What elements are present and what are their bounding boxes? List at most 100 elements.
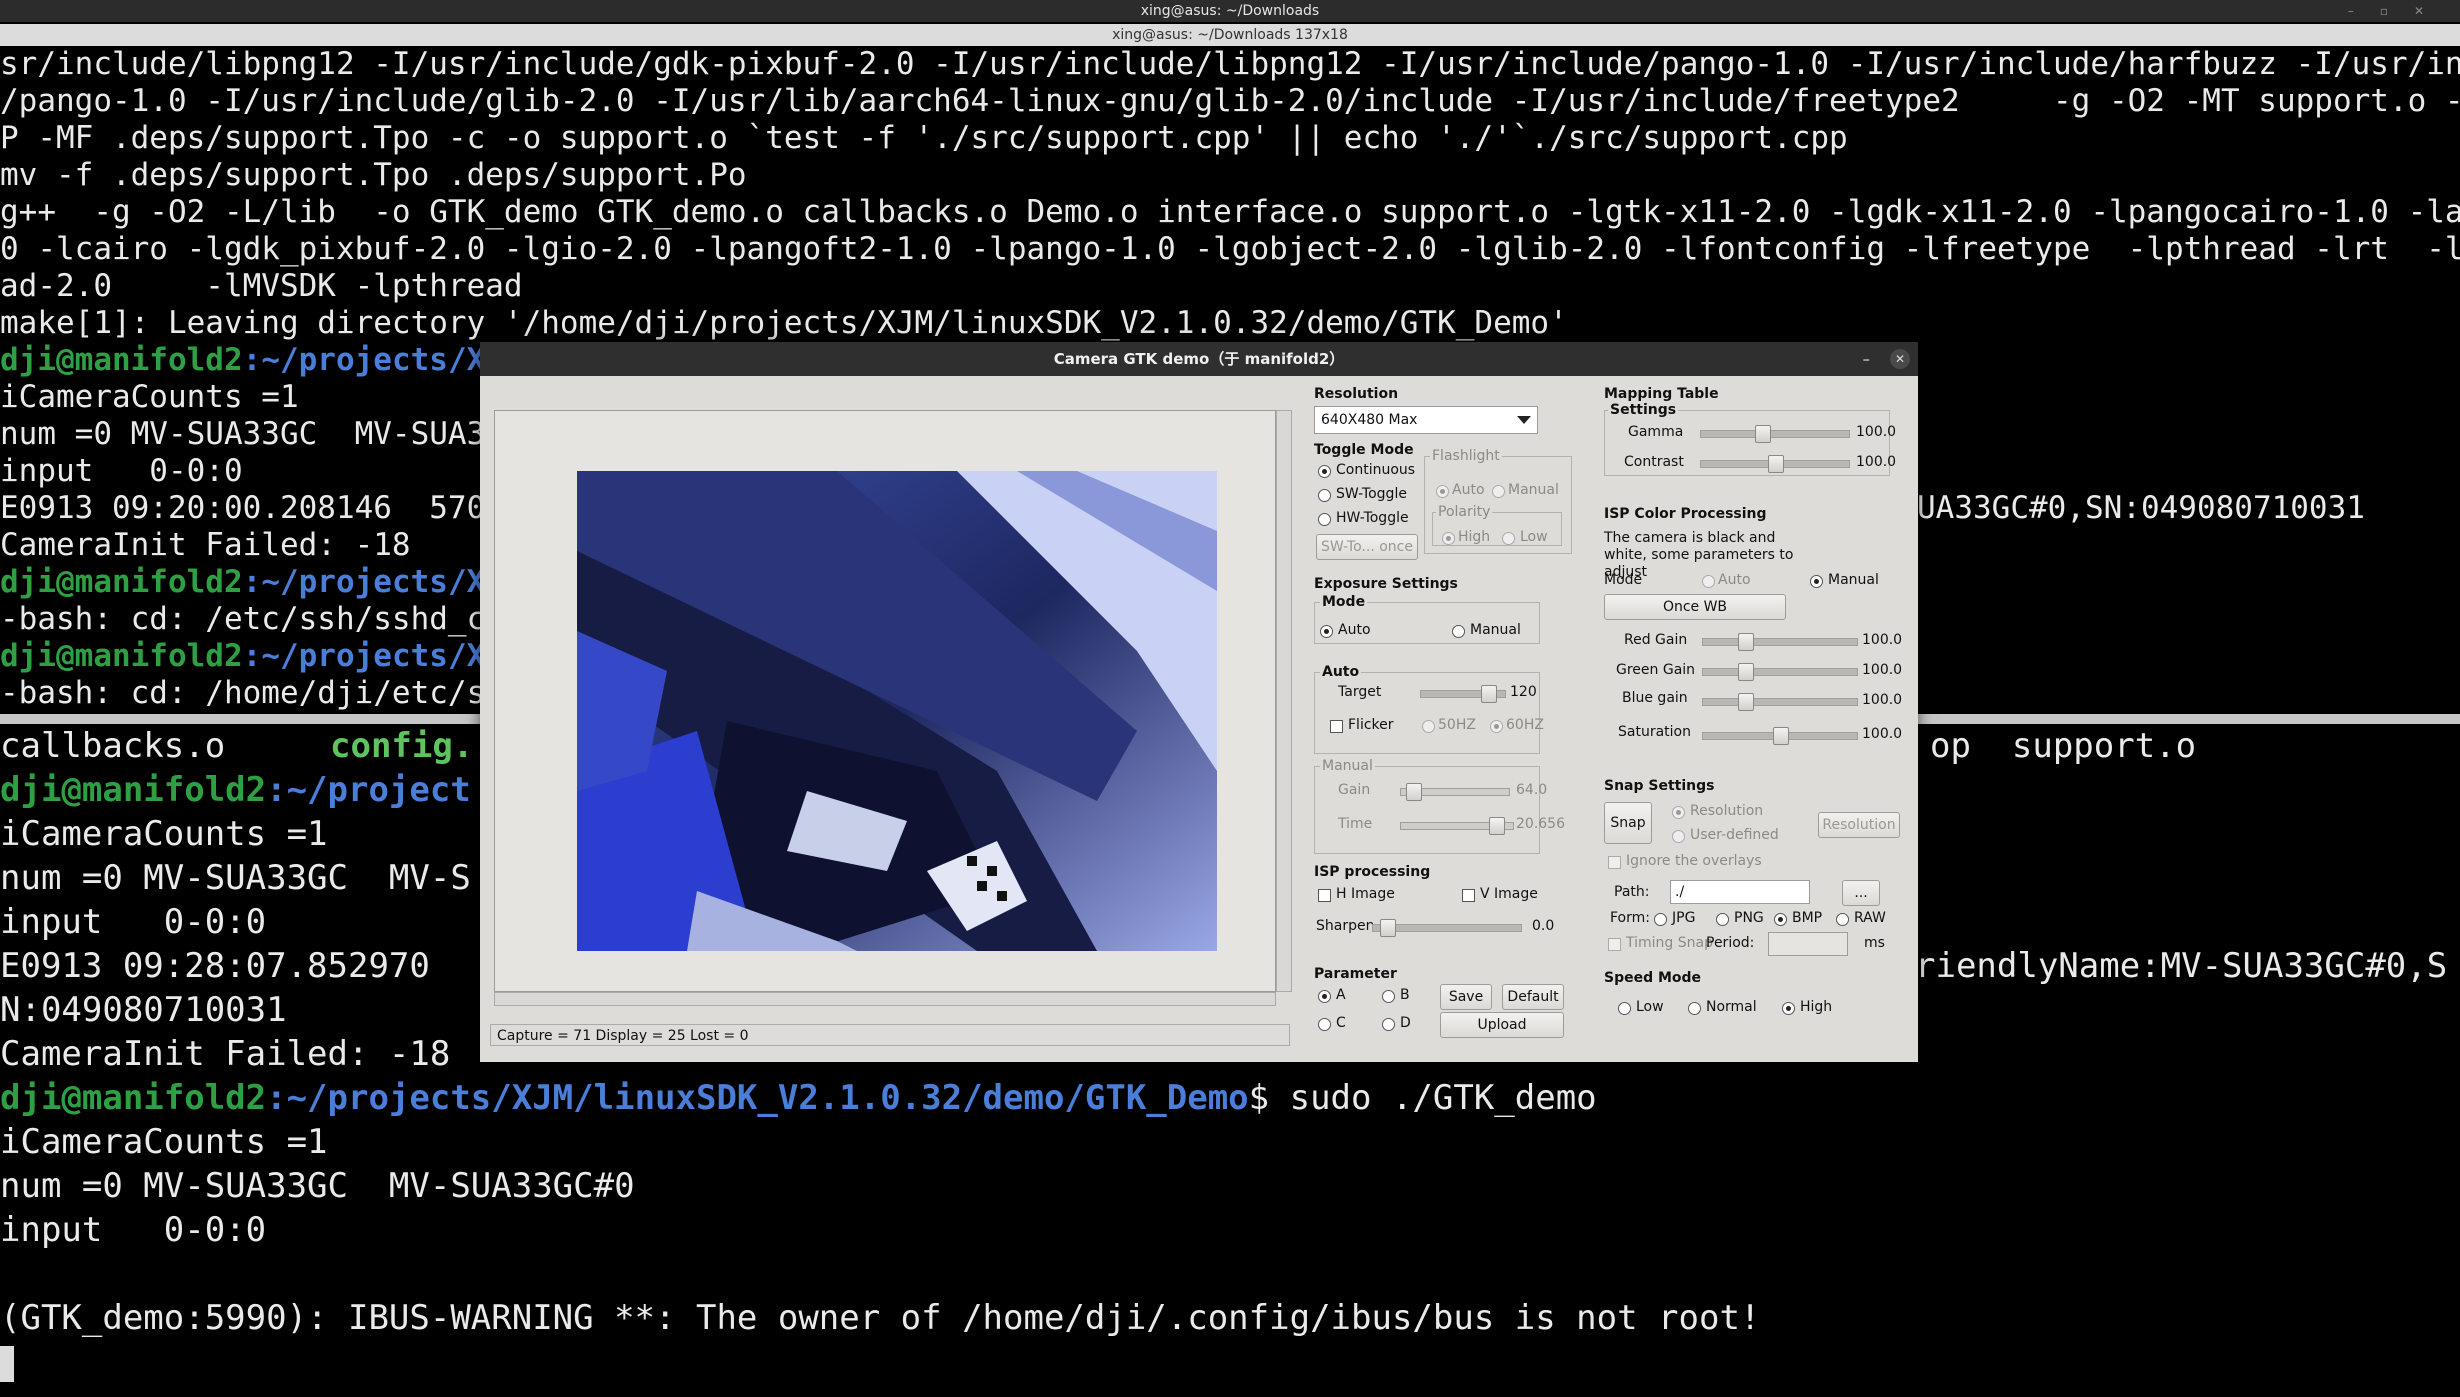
sw-trigger-once-button[interactable]: SW-To... once (1316, 534, 1418, 560)
saturation-label: Saturation (1618, 724, 1691, 740)
snap-resolution-radio[interactable] (1672, 806, 1685, 819)
saturation-slider-thumb[interactable] (1773, 727, 1789, 745)
blue-gain-slider-thumb[interactable] (1738, 693, 1754, 711)
mode-sw-toggle-label: SW-Toggle (1336, 486, 1407, 502)
browse-button[interactable]: ... (1842, 880, 1880, 906)
terminal-cursor (0, 1345, 14, 1382)
exposure-auto-label: Auto (1338, 622, 1371, 638)
flash-auto-label: Auto (1452, 482, 1485, 498)
flashlight-legend: Flashlight (1430, 448, 1502, 464)
form-png-radio[interactable] (1716, 913, 1729, 926)
contrast-label: Contrast (1624, 454, 1684, 470)
minimize-icon[interactable]: – (1863, 342, 1871, 376)
param-d-radio[interactable] (1382, 1018, 1395, 1031)
mode-hw-toggle-radio[interactable] (1318, 513, 1331, 526)
mode-continuous-label: Continuous (1336, 462, 1416, 478)
contrast-slider-thumb[interactable] (1768, 455, 1784, 473)
color-mode-auto-radio[interactable] (1702, 575, 1715, 588)
gain-slider-thumb[interactable] (1406, 783, 1422, 801)
green-gain-slider[interactable] (1702, 663, 1858, 681)
form-jpg-radio[interactable] (1654, 913, 1667, 926)
timing-snap-checkbox[interactable] (1608, 938, 1621, 951)
isp-processing-legend: ISP processing (1314, 864, 1431, 880)
close-icon[interactable]: ✕ (1890, 349, 1910, 369)
param-b-radio[interactable] (1382, 990, 1395, 1003)
mode-sw-toggle-radio[interactable] (1318, 489, 1331, 502)
saturation-slider[interactable] (1702, 727, 1858, 745)
flash-auto-radio[interactable] (1436, 485, 1449, 498)
hz60-radio[interactable] (1490, 720, 1503, 733)
blue-gain-slider[interactable] (1702, 693, 1858, 711)
form-label: Form: (1610, 910, 1650, 926)
polarity-low-radio[interactable] (1502, 532, 1515, 545)
terminal-cursor-line (0, 1340, 2460, 1384)
h-image-checkbox[interactable] (1318, 889, 1331, 902)
default-button[interactable]: Default (1502, 984, 1564, 1010)
chevron-down-icon (1517, 416, 1531, 424)
exposure-mode-legend: Mode (1320, 594, 1368, 610)
time-slider-thumb[interactable] (1489, 817, 1505, 835)
time-slider[interactable] (1400, 817, 1514, 835)
gamma-slider-thumb[interactable] (1755, 425, 1771, 443)
save-button[interactable]: Save (1440, 984, 1492, 1010)
green-gain-slider-thumb[interactable] (1738, 663, 1754, 681)
form-raw-radio[interactable] (1836, 913, 1849, 926)
color-mode-manual-radio[interactable] (1810, 575, 1823, 588)
blue-gain-value: 100.0 (1862, 692, 1903, 708)
mode-hw-toggle-label: HW-Toggle (1336, 510, 1409, 526)
param-c-radio[interactable] (1318, 1018, 1331, 1031)
flash-manual-radio[interactable] (1492, 485, 1505, 498)
hz50-radio[interactable] (1422, 720, 1435, 733)
exposure-legend: Exposure Settings (1314, 576, 1458, 592)
exposure-manual-radio[interactable] (1452, 625, 1465, 638)
sharpen-slider[interactable] (1372, 919, 1522, 937)
speed-normal-label: Normal (1706, 999, 1757, 1015)
exposure-auto-radio[interactable] (1320, 625, 1333, 638)
param-b-label: B (1400, 987, 1410, 1003)
flicker-checkbox[interactable] (1330, 720, 1343, 733)
param-c-label: C (1336, 1015, 1346, 1031)
color-mode-auto-label: Auto (1718, 572, 1751, 588)
param-a-radio[interactable] (1318, 990, 1331, 1003)
terminal-line: num =0 MV-SUA33GC MV-SUA33GC#0 (0, 1166, 635, 1206)
contrast-slider[interactable] (1700, 455, 1850, 473)
form-bmp-radio[interactable] (1774, 913, 1787, 926)
snap-user-defined-radio[interactable] (1672, 830, 1685, 843)
red-gain-value: 100.0 (1862, 632, 1903, 648)
mode-continuous-radio[interactable] (1318, 465, 1331, 478)
manual-exposure-frame (1314, 766, 1540, 854)
polarity-high-radio[interactable] (1442, 532, 1455, 545)
terminal-line: 0 -lcairo -lgdk_pixbuf-2.0 -lgio-2.0 -lp… (0, 231, 2460, 267)
snap-resolution-button[interactable]: Resolution (1818, 812, 1900, 838)
path-input[interactable]: ./ (1670, 880, 1810, 904)
sharpen-slider-thumb[interactable] (1380, 919, 1396, 937)
period-input[interactable] (1768, 932, 1848, 956)
param-d-label: D (1400, 1015, 1411, 1031)
gain-slider[interactable] (1400, 783, 1510, 801)
preview-vertical-scrollbar[interactable] (1276, 410, 1292, 992)
gamma-slider[interactable] (1700, 425, 1850, 443)
speed-high-radio[interactable] (1782, 1002, 1795, 1015)
contrast-value: 100.0 (1856, 454, 1897, 470)
resolution-legend: Resolution (1314, 386, 1399, 402)
once-wb-button[interactable]: Once WB (1604, 594, 1786, 620)
speed-low-radio[interactable] (1618, 1002, 1631, 1015)
v-image-checkbox[interactable] (1462, 889, 1475, 902)
red-gain-slider[interactable] (1702, 633, 1858, 651)
status-bar: Capture = 71 Display = 25 Lost = 0 (490, 1024, 1290, 1046)
snap-button[interactable]: Snap (1604, 802, 1652, 844)
preview-horizontal-scrollbar[interactable] (494, 992, 1276, 1006)
snap-user-defined-label: User-defined (1690, 827, 1779, 843)
window-controls[interactable]: –▫✕ (2348, 0, 2450, 22)
resolution-dropdown[interactable]: 640X480 Max (1314, 406, 1538, 434)
red-gain-slider-thumb[interactable] (1738, 633, 1754, 651)
gamma-label: Gamma (1628, 424, 1684, 440)
target-slider-thumb[interactable] (1481, 685, 1497, 703)
exposure-manual-label: Manual (1470, 622, 1521, 638)
upload-button[interactable]: Upload (1440, 1012, 1564, 1038)
speed-normal-radio[interactable] (1688, 1002, 1701, 1015)
speed-mode-legend: Speed Mode (1604, 970, 1702, 986)
target-slider[interactable] (1420, 685, 1506, 703)
ignore-overlays-checkbox[interactable] (1608, 856, 1621, 869)
